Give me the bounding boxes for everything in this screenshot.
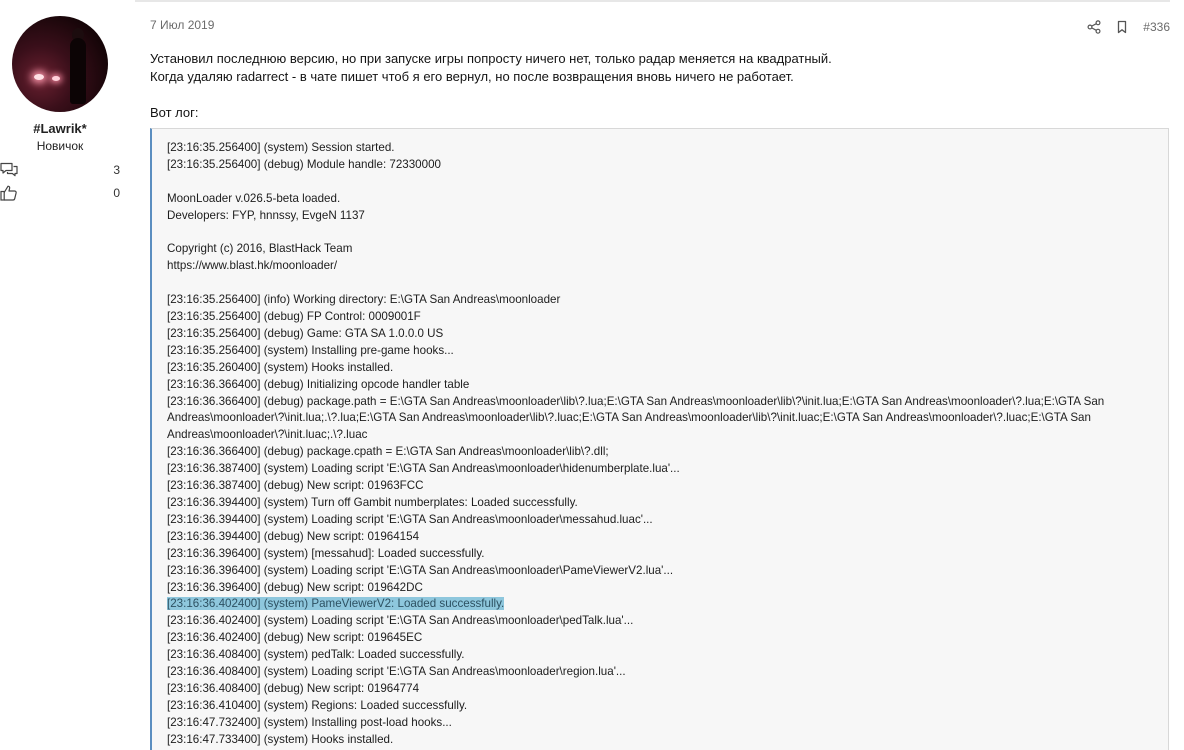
log-line: [23:16:36.410400] (system) Regions: Load…: [167, 698, 468, 712]
post-body-line: Когда удаляю radarrect - в чате пишет чт…: [150, 69, 794, 84]
post-body: Установил последнюю версию, но при запус…: [150, 50, 1150, 86]
log-line: [23:16:36.366400] (debug) package.cpath …: [167, 445, 609, 459]
post-actions: #336: [1087, 18, 1170, 36]
log-line: Developers: FYP, hnnssy, EvgeN 1137: [167, 208, 365, 222]
log-line: [23:16:36.408400] (system) pedTalk: Load…: [167, 648, 465, 662]
log-line: https://www.blast.hk/moonloader/: [167, 259, 338, 273]
log-line: Copyright (c) 2016, BlastHack Team: [167, 242, 353, 256]
user-stat-messages: 3: [0, 161, 120, 179]
log-line: [23:16:36.366400] (debug) Initializing o…: [167, 377, 470, 391]
post-body-line: Установил последнюю версию, но при запус…: [150, 51, 832, 66]
log-line: [23:16:47.733400] (system) Hooks install…: [167, 732, 394, 746]
likes-count: 0: [113, 186, 120, 200]
post-date[interactable]: 7 Июл 2019: [150, 18, 214, 32]
log-line: [23:16:36.366400] (debug) package.path =…: [167, 394, 1107, 442]
post-divider: [135, 0, 1170, 2]
bookmark-icon[interactable]: [1115, 20, 1129, 34]
avatar-headlight-left: [34, 74, 44, 80]
log-line: [23:16:35.256400] (system) Installing pr…: [167, 343, 454, 357]
log-line: [23:16:35.256400] (debug) FP Control: 00…: [167, 310, 421, 324]
messages-icon: [0, 162, 18, 177]
log-line: [23:16:36.387400] (system) Loading scrip…: [167, 462, 680, 476]
log-line: [23:16:35.256400] (debug) Game: GTA SA 1…: [167, 326, 444, 340]
username-link[interactable]: #Lawrik*: [0, 121, 120, 136]
log-line: [23:16:36.394400] (system) Loading scrip…: [167, 512, 653, 526]
likes-icon: [0, 185, 17, 201]
avatar-figure-body: [70, 38, 86, 104]
log-line: [23:16:36.402400] (system) Loading scrip…: [167, 614, 634, 628]
log-line: [23:16:36.387400] (debug) New script: 01…: [167, 479, 424, 493]
log-line: [23:16:35.256400] (debug) Module handle:…: [167, 157, 441, 171]
post-number-link[interactable]: #336: [1143, 20, 1170, 34]
user-avatar[interactable]: [12, 16, 108, 112]
user-title: Новичок: [36, 139, 84, 153]
log-line: [23:16:36.402400] (debug) New script: 01…: [167, 631, 423, 645]
forum-post-page: #Lawrik* Новичок 3 0 7 Июл 2019 #336 Уст…: [0, 0, 1184, 750]
log-intro-text: Вот лог:: [150, 105, 199, 120]
avatar-headlight-right: [52, 76, 60, 81]
log-line: [23:16:36.396400] (debug) New script: 01…: [167, 580, 423, 594]
share-icon[interactable]: [1087, 20, 1101, 34]
log-line-selected: [23:16:36.402400] (system) PameViewerV2:…: [167, 597, 505, 611]
log-line: [23:16:36.408400] (debug) New script: 01…: [167, 681, 420, 695]
log-line: [23:16:36.396400] (system) [messahud]: L…: [167, 546, 485, 560]
log-line: [23:16:35.260400] (system) Hooks install…: [167, 360, 394, 374]
log-text: [23:16:35.256400] (system) Session start…: [167, 140, 1132, 749]
log-line: [23:16:36.394400] (system) Turn off Gamb…: [167, 495, 578, 509]
user-stat-likes: 0: [0, 184, 120, 202]
log-line: [23:16:36.394400] (debug) New script: 01…: [167, 529, 420, 543]
log-line: [23:16:36.396400] (system) Loading scrip…: [167, 563, 674, 577]
log-line: [23:16:36.408400] (system) Loading scrip…: [167, 665, 626, 679]
messages-count: 3: [113, 163, 120, 177]
log-line: MoonLoader v.026.5-beta loaded.: [167, 191, 341, 205]
log-quote-block[interactable]: [23:16:35.256400] (system) Session start…: [150, 128, 1169, 750]
log-line: [23:16:35.256400] (system) Session start…: [167, 141, 395, 154]
log-line: [23:16:47.732400] (system) Installing po…: [167, 715, 452, 729]
log-line: [23:16:35.256400] (info) Working directo…: [167, 293, 561, 307]
